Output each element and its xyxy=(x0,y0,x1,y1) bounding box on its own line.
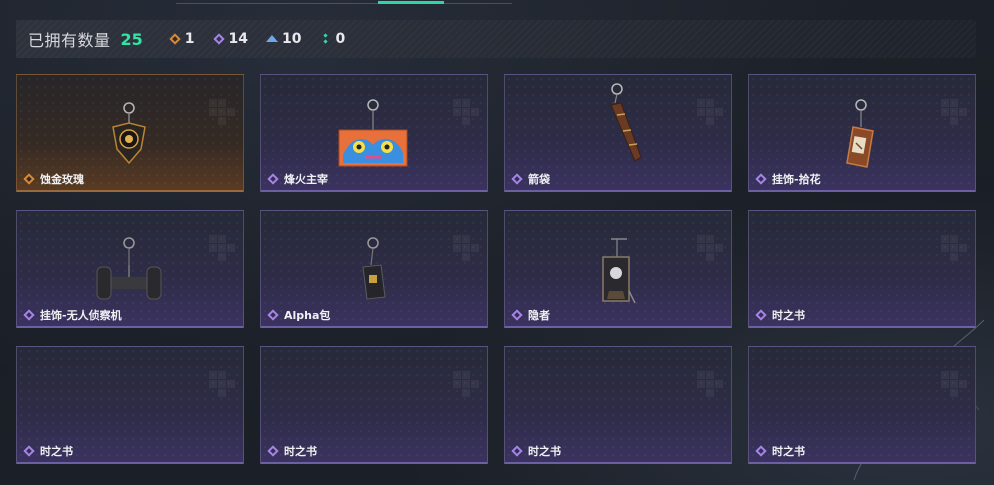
rarity-count-orange: 1 xyxy=(169,31,195,47)
alpha-bag-icon xyxy=(362,237,386,300)
grid-pattern-decoration xyxy=(697,371,723,397)
item-card[interactable]: 隐者 xyxy=(504,210,732,328)
grid-pattern-decoration xyxy=(941,371,967,397)
item-card[interactable]: 箭袋 xyxy=(504,74,732,192)
active-tab-indicator xyxy=(378,1,444,4)
teal-dots-icon xyxy=(320,33,332,45)
purple-diamond-icon xyxy=(755,173,767,185)
purple-diamond-icon xyxy=(23,445,35,457)
item-card[interactable]: 时之书 xyxy=(748,346,976,464)
framed-tag-icon xyxy=(846,99,874,168)
card-footer: 时之书 xyxy=(511,443,561,459)
item-name: Alpha包 xyxy=(284,309,331,322)
owned-label: 已拥有数量 xyxy=(28,31,111,50)
collection-grid: 蚀金玫瑰 烽火主宰 箭袋 挂饰-拾花 挂饰-无人侦察机 Alpha包 隐者 时之… xyxy=(16,74,976,464)
owned-summary-bar: 已拥有数量 25 1 14 10 0 xyxy=(16,20,976,58)
rarity-count-value: 14 xyxy=(228,31,249,47)
rarity-count-teal: 0 xyxy=(320,31,346,47)
purple-diamond-icon xyxy=(267,173,279,185)
quiver-icon xyxy=(610,83,642,162)
item-card[interactable]: 时之书 xyxy=(504,346,732,464)
card-footer: 时之书 xyxy=(755,307,805,323)
item-name: 烽火主宰 xyxy=(284,173,328,186)
orange-diamond-icon xyxy=(23,173,35,185)
card-footer: 挂饰-无人侦察机 xyxy=(23,307,122,323)
card-footer: 蚀金玫瑰 xyxy=(23,171,84,187)
purple-diamond-icon xyxy=(511,445,523,457)
owned-total: 25 xyxy=(120,29,143,49)
top-tab-strip xyxy=(176,0,512,4)
rarity-count-value: 0 xyxy=(335,31,346,47)
graffiti-container-icon xyxy=(338,99,408,167)
item-card[interactable]: 挂饰-拾花 xyxy=(748,74,976,192)
purple-diamond-icon xyxy=(755,309,767,321)
purple-diamond-icon xyxy=(267,445,279,457)
orange-diamond-icon xyxy=(169,33,181,45)
card-footer: 挂饰-拾花 xyxy=(755,171,821,187)
item-card[interactable]: 时之书 xyxy=(748,210,976,328)
purple-diamond-icon xyxy=(511,309,523,321)
purple-diamond-icon xyxy=(267,309,279,321)
item-name: 时之书 xyxy=(528,445,561,458)
item-name: 时之书 xyxy=(40,445,73,458)
item-name: 时之书 xyxy=(284,445,317,458)
card-footer: 烽火主宰 xyxy=(267,171,328,187)
grid-pattern-decoration xyxy=(941,235,967,261)
grid-pattern-decoration xyxy=(453,371,479,397)
card-footer: 箭袋 xyxy=(511,171,550,187)
item-card[interactable]: Alpha包 xyxy=(260,210,488,328)
card-footer: 时之书 xyxy=(23,443,73,459)
rarity-count-value: 1 xyxy=(184,31,195,47)
purple-diamond-icon xyxy=(755,445,767,457)
item-card[interactable]: 时之书 xyxy=(260,346,488,464)
item-name: 箭袋 xyxy=(528,173,550,186)
item-name: 时之书 xyxy=(772,445,805,458)
rarity-count-blue: 10 xyxy=(266,31,302,47)
item-card[interactable]: 蚀金玫瑰 xyxy=(16,74,244,192)
purple-diamond-icon xyxy=(511,173,523,185)
item-name: 隐者 xyxy=(528,309,550,322)
grid-pattern-decoration xyxy=(209,371,235,397)
purple-diamond-icon xyxy=(23,309,35,321)
drone-roller-icon xyxy=(96,237,162,300)
card-footer: 时之书 xyxy=(755,443,805,459)
item-card[interactable]: 挂饰-无人侦察机 xyxy=(16,210,244,328)
item-name: 挂饰-拾花 xyxy=(772,173,821,186)
item-name: 时之书 xyxy=(772,309,805,322)
item-card[interactable]: 时之书 xyxy=(16,346,244,464)
rarity-count-value: 10 xyxy=(282,31,302,47)
card-footer: 隐者 xyxy=(511,307,550,323)
item-card[interactable]: 烽火主宰 xyxy=(260,74,488,192)
item-name: 蚀金玫瑰 xyxy=(40,173,84,186)
blue-chevron-icon xyxy=(266,34,279,42)
item-name: 挂饰-无人侦察机 xyxy=(40,309,122,322)
purple-diamond-icon xyxy=(213,33,225,45)
rarity-count-purple: 14 xyxy=(213,31,248,47)
card-footer: Alpha包 xyxy=(267,307,330,323)
hermit-card-icon xyxy=(602,238,636,304)
card-footer: 时之书 xyxy=(267,443,317,459)
rose-pendant-icon xyxy=(112,102,146,165)
